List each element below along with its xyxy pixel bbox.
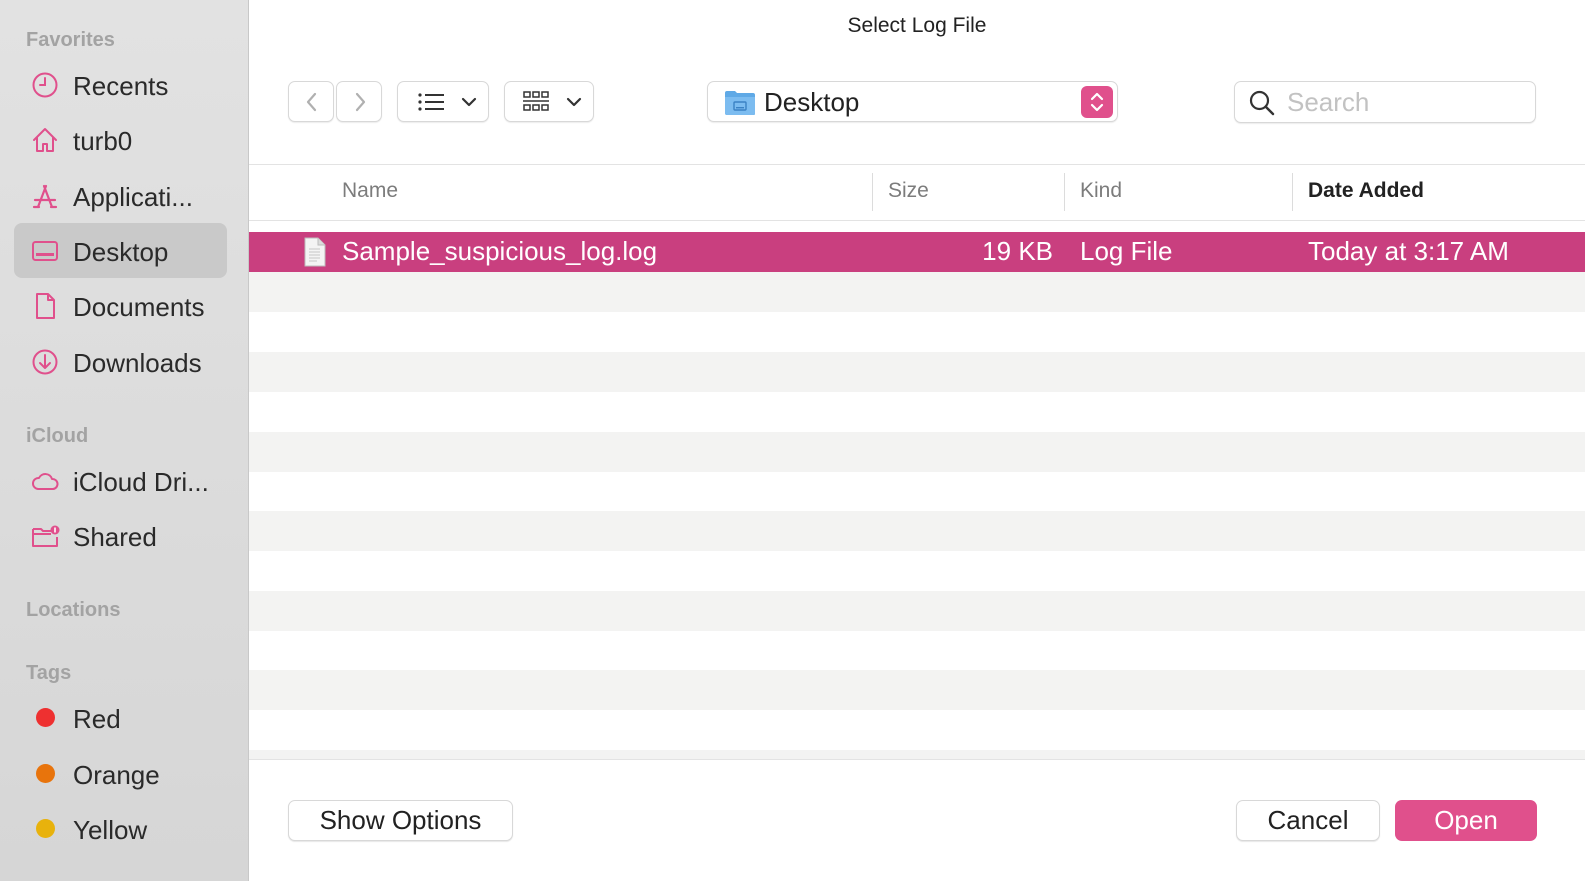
empty-row (249, 471, 1585, 511)
file-date-added: Today at 3:17 AM (1308, 236, 1509, 266)
file-name: Sample_suspicious_log.log (342, 236, 658, 266)
search-field[interactable] (1234, 81, 1536, 123)
sidebar-item-label: turb0 (73, 126, 133, 156)
sidebar-item-label: Yellow (73, 815, 148, 845)
empty-row (249, 591, 1585, 631)
shared-folder-icon (32, 525, 60, 547)
file-size: 19 KB (982, 236, 1053, 266)
location-popup[interactable]: Desktop (707, 81, 1118, 122)
sidebar-tag-yellow[interactable]: Yellow (14, 801, 227, 856)
cancel-button[interactable]: Cancel (1236, 800, 1380, 841)
file-list: Name Size Kind Date Added Sample_suspici… (249, 164, 1585, 760)
sidebar-item-desktop[interactable]: Desktop (14, 223, 227, 278)
empty-row (249, 750, 1585, 759)
sidebar-item-recents[interactable]: Recents (14, 57, 227, 112)
empty-row (249, 312, 1585, 352)
dialog-title: Select Log File (847, 14, 987, 37)
column-header-size[interactable]: Size (888, 179, 929, 203)
download-icon (32, 349, 58, 375)
red-tag-dot-icon (36, 708, 55, 727)
sidebar-section-tags: Tags (26, 662, 72, 684)
file-kind: Log File (1080, 236, 1173, 266)
sidebar: Favorites Recents turb0 Applicati... Des… (0, 0, 249, 881)
group-by-button[interactable] (504, 81, 594, 122)
column-header-date-added[interactable]: Date Added (1308, 179, 1424, 203)
empty-row (249, 710, 1585, 750)
column-divider[interactable] (872, 173, 873, 211)
sidebar-item-label: Orange (73, 760, 160, 790)
forward-button[interactable] (336, 81, 382, 122)
empty-row (249, 511, 1585, 551)
column-divider[interactable] (1064, 173, 1065, 211)
back-button[interactable] (288, 81, 334, 122)
list-view-icon (418, 93, 444, 111)
empty-row (249, 670, 1585, 710)
chevron-down-icon (566, 97, 582, 107)
sidebar-item-label: Downloads (73, 348, 202, 378)
sidebar-section-favorites: Favorites (26, 29, 115, 51)
sidebar-item-label: Recents (73, 71, 169, 101)
log-file-icon (304, 237, 326, 267)
grid-group-icon (523, 91, 549, 111)
cloud-icon (32, 473, 59, 490)
up-down-chevron-icon (1090, 92, 1104, 112)
sidebar-section-locations: Locations (26, 599, 121, 621)
sidebar-section-icloud: iCloud (26, 425, 89, 447)
column-header-name[interactable]: Name (342, 179, 398, 203)
desktop-folder-icon (725, 91, 755, 115)
sidebar-item-documents[interactable]: Documents (14, 278, 227, 333)
sidebar-item-label: Desktop (73, 237, 169, 267)
chevron-down-icon (461, 97, 477, 107)
table-header: Name Size Kind Date Added (249, 165, 1585, 221)
chevron-right-icon (355, 92, 366, 112)
sidebar-item-label: iCloud Dri... (73, 467, 209, 497)
document-icon (36, 293, 55, 319)
column-header-kind[interactable]: Kind (1080, 179, 1122, 203)
search-icon (1249, 90, 1275, 116)
sidebar-item-shared[interactable]: Shared (14, 508, 227, 563)
sidebar-item-home[interactable]: turb0 (14, 112, 227, 167)
sidebar-item-icloud-drive[interactable]: iCloud Dri... (14, 453, 227, 508)
search-input[interactable] (1287, 86, 1527, 118)
sidebar-item-downloads[interactable]: Downloads (14, 334, 227, 389)
orange-tag-dot-icon (36, 764, 55, 783)
sidebar-item-label: Applicati... (73, 182, 193, 212)
empty-row (249, 551, 1585, 591)
home-icon (33, 128, 57, 152)
show-options-button[interactable]: Show Options (288, 800, 513, 841)
empty-row (249, 352, 1585, 392)
sidebar-item-label: Shared (73, 522, 157, 552)
empty-row (249, 392, 1585, 432)
table-row[interactable]: Sample_suspicious_log.log 19 KB Log File… (249, 232, 1585, 272)
sidebar-tag-orange[interactable]: Orange (14, 746, 227, 801)
empty-row (249, 432, 1585, 472)
empty-row (249, 272, 1585, 312)
column-divider[interactable] (1292, 173, 1293, 211)
sidebar-tag-red[interactable]: Red (14, 690, 227, 745)
empty-row (249, 630, 1585, 670)
sidebar-item-label: Red (73, 704, 121, 734)
location-label: Desktop (764, 87, 860, 117)
sidebar-item-applications[interactable]: Applicati... (14, 168, 227, 223)
clock-icon (32, 72, 58, 98)
applications-icon (32, 184, 58, 209)
list-view-button[interactable] (397, 81, 489, 122)
open-button[interactable]: Open (1395, 800, 1537, 841)
desktop-icon (32, 241, 58, 261)
location-stepper[interactable] (1081, 86, 1113, 118)
sidebar-item-label: Documents (73, 292, 205, 322)
yellow-tag-dot-icon (36, 819, 55, 838)
chevron-left-icon (306, 92, 317, 112)
